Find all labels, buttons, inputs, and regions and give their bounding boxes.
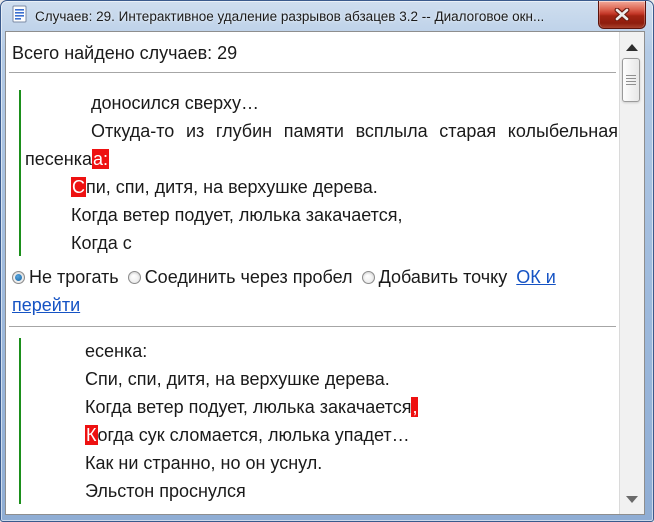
text-line: песенкаа: xyxy=(6,145,644,173)
window-title: Случаев: 29. Интерактивное удаление разр… xyxy=(35,9,544,24)
text-line: Когда ветер подует, люлька закачается, xyxy=(6,393,644,421)
text-segment: огда сук сломается, люлька упадет… xyxy=(98,425,410,445)
up-arrow-icon xyxy=(626,44,638,51)
radio-label: Соединить через пробел xyxy=(145,267,353,287)
text-segment: песенка xyxy=(25,149,92,169)
close-button[interactable] xyxy=(598,1,646,29)
ok-and-go-link[interactable]: ОК и xyxy=(516,267,556,287)
radio-label: Не трогать xyxy=(29,267,119,287)
radio-option[interactable]: Добавить точку xyxy=(362,267,508,287)
text-segment: Откуда-то из глубин памяти всплыла стара… xyxy=(91,121,618,141)
text-line: Спи, спи, дитя, на верхушке дерева. xyxy=(6,173,644,201)
text-segment: Когда с xyxy=(71,233,132,253)
document-icon xyxy=(12,5,27,28)
highlighted-char: К xyxy=(85,425,98,445)
down-arrow-icon xyxy=(626,496,638,503)
text-line: доносился сверху… xyxy=(6,89,644,117)
text-line: Когда ветер подует, люлька закачается, xyxy=(6,201,644,229)
radio-label: Не трогать xyxy=(29,513,119,515)
text-segment: Когда ветер подует, люлька закачается, xyxy=(71,205,402,225)
radio-option[interactable]: Не трогать xyxy=(12,513,119,515)
text-line: Когда сук сломается, люлька упадет… xyxy=(6,421,644,449)
radio-option[interactable]: Соединить через пробел xyxy=(128,267,353,287)
text-line: Как ни странно, но он уснул. xyxy=(6,449,644,477)
highlighted-char: а: xyxy=(92,149,109,169)
ok-and-go-link-wrap[interactable]: перейти xyxy=(12,295,80,315)
scroll-down-button[interactable] xyxy=(620,490,644,508)
scroll-up-button[interactable] xyxy=(620,38,644,56)
separator xyxy=(9,326,616,327)
text-line: Спи, спи, дитя, на верхушке дерева. xyxy=(6,365,644,393)
radio-label: Добавить точку xyxy=(379,513,508,515)
dialog-window: Случаев: 29. Интерактивное удаление разр… xyxy=(0,0,654,522)
radio-option[interactable]: Не трогать xyxy=(12,267,119,287)
radio-option[interactable]: Соединить через пробел xyxy=(128,513,353,515)
highlighted-char: , xyxy=(411,397,418,417)
radio-icon[interactable] xyxy=(128,271,141,284)
case-excerpt-2: есенка: Спи, спи, дитя, на верхушке дерев… xyxy=(6,337,644,505)
text-line: Откуда-то из глубин памяти всплыла стара… xyxy=(6,117,618,145)
text-segment: есенка: xyxy=(85,341,147,361)
highlighted-char: С xyxy=(71,177,86,197)
radio-selected-icon[interactable] xyxy=(12,271,25,284)
scrollbar[interactable] xyxy=(619,32,644,514)
radio-icon[interactable] xyxy=(362,271,375,284)
radio-option[interactable]: Добавить точку xyxy=(362,513,508,515)
text-segment: Эльстон проснулся xyxy=(85,481,246,501)
radio-label: Соединить через пробел xyxy=(145,513,353,515)
text-segment: доносился сверху… xyxy=(91,93,259,113)
text-line: Когда с xyxy=(6,229,644,257)
radio-group: Не трогать Соединить через пробел Добавить… xyxy=(12,513,516,515)
close-icon xyxy=(614,8,630,21)
case-excerpt-1: доносился сверху… Откуда-то из глубин пам… xyxy=(6,89,644,257)
radio-label: Добавить точку xyxy=(379,267,508,287)
action-row-2: Не трогать Соединить через пробел Добавить… xyxy=(6,509,644,515)
text-line: есенка: xyxy=(6,337,644,365)
text-segment: пи, спи, дитя, на верхушке дерева. xyxy=(86,177,378,197)
action-row-1: Не трогать Соединить через пробел Добавить… xyxy=(6,263,644,319)
separator xyxy=(9,72,616,73)
text-segment: Когда ветер подует, люлька закачается xyxy=(85,397,411,417)
total-found-text: Всего найдено случаев: 29 xyxy=(6,32,644,65)
text-segment: Спи, спи, дитя, на верхушке дерева. xyxy=(85,369,390,389)
title-bar[interactable]: Случаев: 29. Интерактивное удаление разр… xyxy=(1,1,653,31)
scrollbar-thumb[interactable] xyxy=(622,58,640,102)
ok-and-go-link[interactable]: ОК и xyxy=(516,513,556,515)
thumb-grip-icon xyxy=(626,75,636,85)
text-line: Эльстон проснулся xyxy=(6,477,644,505)
text-segment: Как ни странно, но он уснул. xyxy=(85,453,322,473)
radio-group: Не трогать Соединить через пробел Добавить… xyxy=(12,267,516,287)
results-pane: Всего найдено случаев: 29 доносился свер… xyxy=(5,31,645,515)
